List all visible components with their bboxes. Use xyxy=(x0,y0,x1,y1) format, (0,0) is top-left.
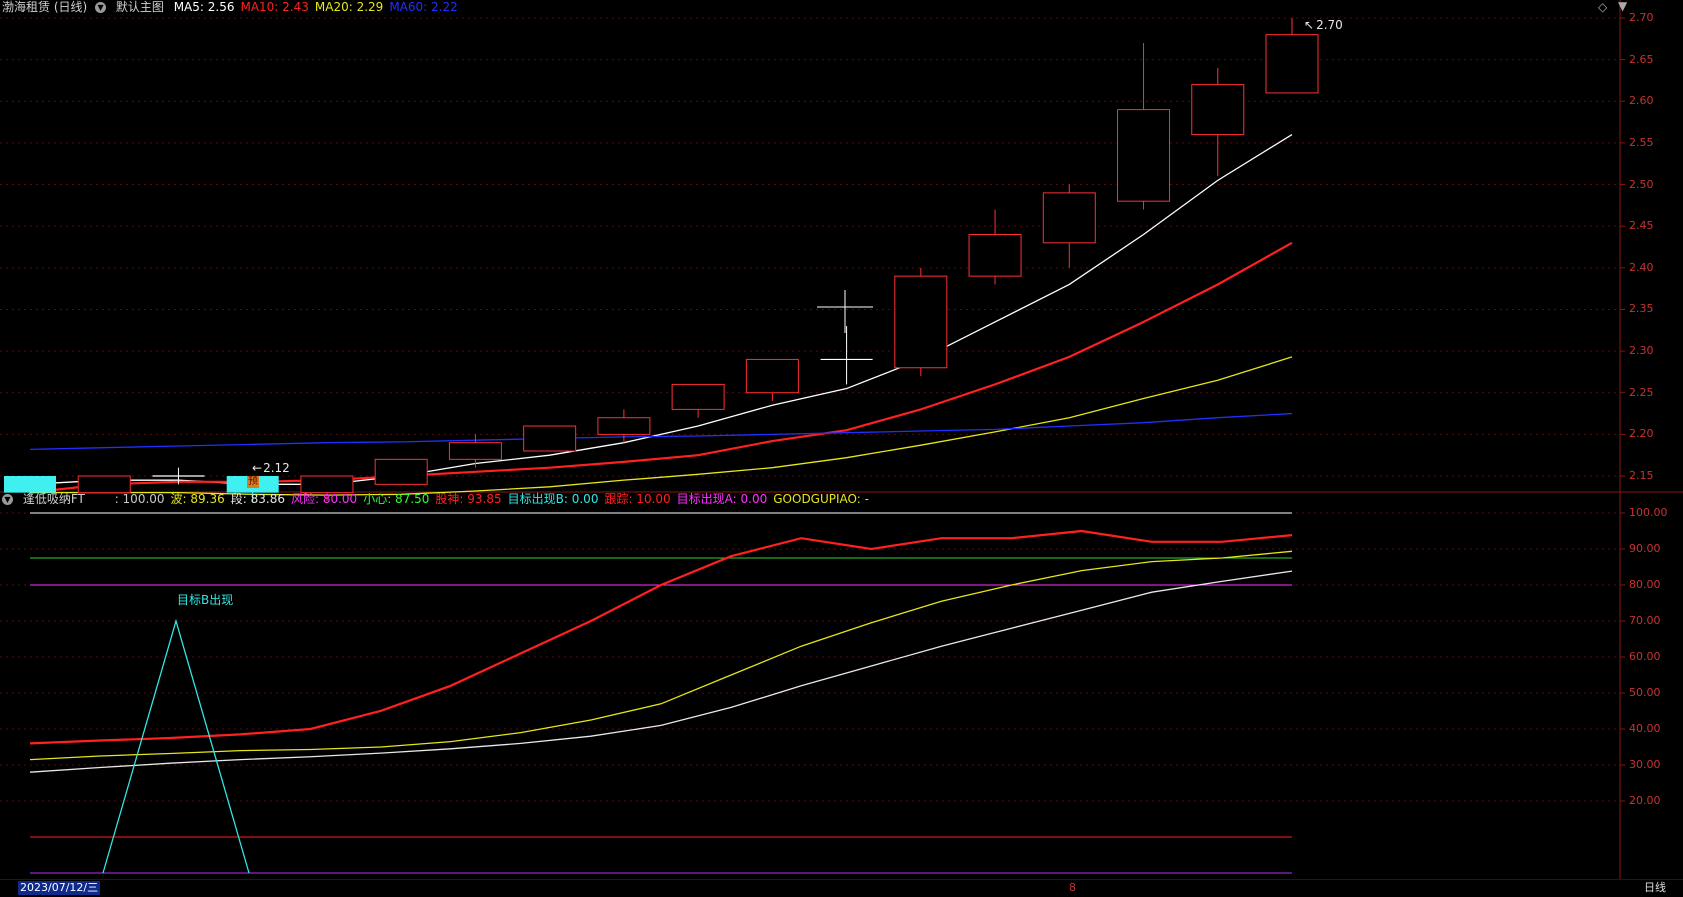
target-b-annotation: 目标B出现 xyxy=(177,593,234,607)
indicator-legend-item-7: 跟踪: 10.00 xyxy=(604,492,671,506)
time-axis-bar xyxy=(0,879,1683,897)
indicator-legend-item-6: 目标出现B: 0.00 xyxy=(507,492,599,506)
indicator-legend-item-2: 段: 83.86 xyxy=(230,492,285,506)
indicator-tick-label: 40.00 xyxy=(1629,722,1661,735)
indicator-legend-item-1: 波: 89.36 xyxy=(170,492,225,506)
indicator-legend-item-9: GOODGUPIAO: - xyxy=(773,492,869,506)
candle-body xyxy=(1191,84,1245,136)
indicator-tick-label: 20.00 xyxy=(1629,794,1661,807)
indicator-tick-label: 100.00 xyxy=(1629,506,1668,519)
ma-legend-item-2: MA20: 2.29 xyxy=(314,0,384,14)
chevron-down-icon[interactable]: ▼ xyxy=(95,2,107,13)
indicator-legend-item-0: : 100.00 xyxy=(114,492,165,506)
candle-body xyxy=(1042,192,1096,244)
price-tick-label: 2.60 xyxy=(1629,94,1654,108)
indicator-title[interactable]: 逢低吸纳FT xyxy=(23,492,85,506)
candle-body xyxy=(597,417,651,435)
price-tick-label: 2.45 xyxy=(1629,219,1654,233)
candle-body xyxy=(1117,109,1171,202)
indicator-line xyxy=(29,550,1293,761)
indicator-legend-item-3: 风险: 80.00 xyxy=(290,492,358,506)
price-tick-label: 2.30 xyxy=(1629,344,1654,358)
price-tick-label: 2.25 xyxy=(1629,385,1654,399)
candle-body xyxy=(448,442,502,460)
candle-body xyxy=(523,425,577,452)
ma-legend-item-1: MA10: 2.43 xyxy=(240,0,309,14)
date-cursor-label: 2023/07/12/三 xyxy=(18,881,101,895)
candle-body xyxy=(1265,34,1319,94)
price-tick-label: 2.35 xyxy=(1629,302,1654,316)
candle-body xyxy=(77,475,131,494)
indicator-line xyxy=(102,618,250,874)
ma-line-ma20 xyxy=(30,356,1293,496)
candle-body xyxy=(4,476,56,493)
arrow-icon: ← xyxy=(252,461,263,475)
price-tick-label: 2.70 xyxy=(1629,11,1654,24)
candle-body xyxy=(671,383,725,410)
price-tick-label: 2.20 xyxy=(1629,427,1654,441)
ma-legend-item-3: MA60: 2.22 xyxy=(389,0,458,14)
indicator-tick-label: 90.00 xyxy=(1629,542,1661,555)
candle-body xyxy=(745,358,799,394)
sub-panel-header: ▼ 逢低吸纳FT : 100.00 波: 89.36 段: 83.86 风险: 80.… xyxy=(2,492,881,506)
price-tick-label: 2.40 xyxy=(1629,260,1654,274)
chart-canvas[interactable] xyxy=(0,0,1683,896)
price-tick-label: 2.55 xyxy=(1629,135,1654,149)
ma-legend: MA5: 2.56 MA10: 2.43 MA20: 2.29 MA60: 2.22 xyxy=(174,0,464,14)
indicator-tick-label: 70.00 xyxy=(1629,614,1661,627)
time-marker: 8 xyxy=(1069,881,1076,894)
period-label[interactable]: 日线 xyxy=(1644,881,1666,895)
indicator-legend-item-5: 股神: 93.85 xyxy=(435,492,502,506)
template-name[interactable]: 默认主图 xyxy=(116,0,164,14)
candle-body xyxy=(300,475,354,494)
candle-body xyxy=(894,275,948,369)
price-tick-label: 2.15 xyxy=(1629,469,1654,482)
candle-body xyxy=(968,234,1022,277)
diamond-icon[interactable]: ◇ xyxy=(1598,0,1607,14)
chevron-down-icon[interactable]: ▼ xyxy=(2,494,13,505)
indicator-tick-label: 30.00 xyxy=(1629,758,1661,771)
indicator-legend-item-8: 目标出现A: 0.00 xyxy=(676,492,768,506)
ma-legend-item-0: MA5: 2.56 xyxy=(173,0,235,14)
stock-title[interactable]: 渤海租赁 (日线) xyxy=(2,0,87,14)
indicator-tick-label: 60.00 xyxy=(1629,650,1661,663)
main-panel-header: 渤海租赁 (日线) ▼ 默认主图 MA5: 2.56 MA10: 2.43 MA20… xyxy=(2,0,470,14)
pre-badge[interactable]: 预 xyxy=(247,476,259,488)
indicator-legend-item-4: 小心: 87.50 xyxy=(363,492,430,506)
scroll-arrow-icon[interactable]: ▼ xyxy=(1618,0,1627,13)
arrow-icon: ↖ xyxy=(1304,18,1315,32)
ma-line-ma10 xyxy=(29,241,1293,494)
price-tick-label: 2.50 xyxy=(1629,177,1654,191)
price-low-label: ←2.12 xyxy=(252,461,290,475)
price-high-label: ↖ 2.70 xyxy=(1304,18,1343,32)
indicator-tick-label: 50.00 xyxy=(1629,686,1661,699)
price-tick-label: 2.65 xyxy=(1629,52,1654,66)
candle-body xyxy=(374,458,428,485)
ma-line-ma60 xyxy=(29,412,1293,451)
indicator-tick-label: 80.00 xyxy=(1629,578,1661,591)
indicator-legend: : 100.00 波: 89.36 段: 83.86 风险: 80.00 小心: 87.… xyxy=(115,492,875,506)
indicator-line xyxy=(29,529,1293,745)
